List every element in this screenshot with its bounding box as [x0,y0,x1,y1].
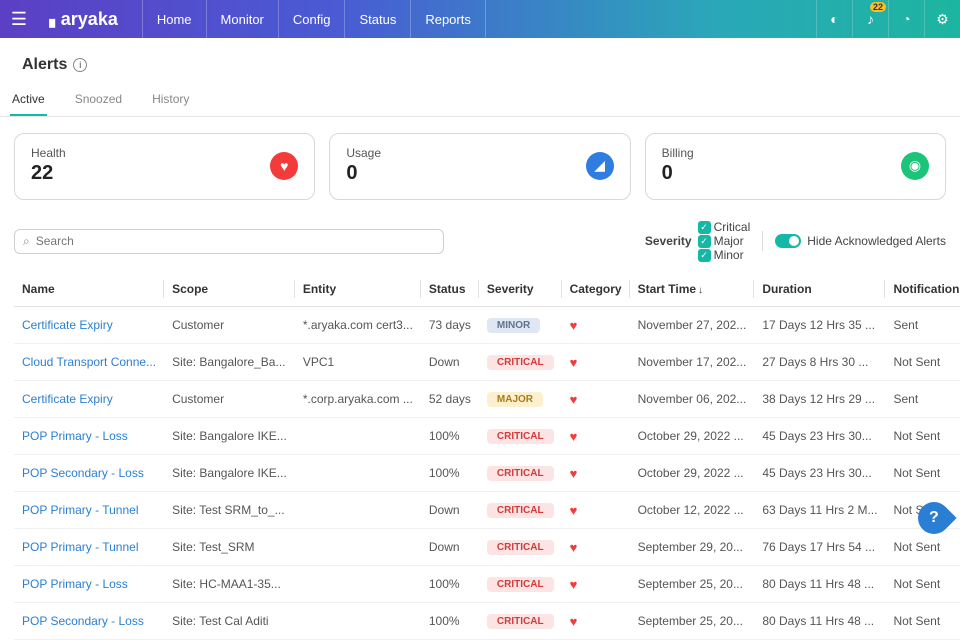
table-row: POP Secondary - LossSite: Bangalore IKE.… [14,455,960,492]
bell-icon[interactable]: ♪22 [852,0,888,38]
usage-card[interactable]: Usage0 ◢ [329,133,630,200]
top-nav: HomeMonitorConfigStatusReports [142,0,486,38]
bell-badge: 22 [870,2,886,12]
heart-icon: ♥ [270,152,298,180]
clock-icon[interactable]: ◔ [888,0,924,38]
alert-name[interactable]: POP Secondary - Loss [14,455,164,492]
heart-icon: ♥ [570,429,578,444]
alert-name[interactable]: POP Secondary - Loss [14,603,164,640]
table-row: Certificate ExpiryCustomer*.aryaka.com c… [14,307,960,344]
hamburger-icon[interactable]: ☰ [0,0,38,38]
info-icon[interactable]: i [73,58,87,72]
filter-minor[interactable]: ✓Minor [698,248,751,262]
table-row: POP Primary - TunnelSite: Test_SRMDownCR… [14,529,960,566]
heart-icon: ♥ [570,503,578,518]
hide-ack-toggle[interactable] [775,234,801,248]
tab-snoozed[interactable]: Snoozed [73,84,124,116]
nav-home[interactable]: Home [142,0,207,38]
globe-icon[interactable]: ◐ [816,0,852,38]
tab-history[interactable]: History [150,84,191,116]
heart-icon: ♥ [570,614,578,629]
heart-icon: ♥ [570,355,578,370]
table-row: Certificate ExpiryCustomer*.corp.aryaka.… [14,381,960,418]
nav-reports[interactable]: Reports [411,0,486,38]
filter-critical[interactable]: ✓Critical [698,220,751,234]
severity-label: Severity [645,234,692,248]
alert-name[interactable]: POP Primary - Loss [14,418,164,455]
tabs: Active Snoozed History [0,84,960,117]
hide-ack-label: Hide Acknowledged Alerts [807,234,946,248]
tab-active[interactable]: Active [10,84,47,116]
heart-icon: ♥ [570,318,578,333]
heart-icon: ♥ [570,466,578,481]
filter-major[interactable]: ✓Major [698,234,751,248]
summary-cards: Health22 ♥ Usage0 ◢ Billing0 ◉ [0,117,960,212]
table-header: Name Scope Entity Status Severity Catego… [14,272,960,307]
table-row: Cloud Transport Conne...Site: Bangalore_… [14,344,960,381]
topbar-right: ◐ ♪22 ◔ ⚙ [816,0,960,38]
alert-name[interactable]: Certificate Expiry [14,381,164,418]
alert-name[interactable]: POP Primary - Tunnel [14,529,164,566]
table-row: POP Primary - LossSite: Bangalore IKE...… [14,418,960,455]
alert-name[interactable]: POP Primary - Loss [14,566,164,603]
heart-icon: ♥ [570,577,578,592]
chart-icon: ◢ [586,152,614,180]
alert-name[interactable]: Cloud Transport Conne... [14,344,164,381]
nav-config[interactable]: Config [279,0,346,38]
logo[interactable]: aryaka [38,9,142,30]
share-icon[interactable]: ⚙ [924,0,960,38]
search-field[interactable] [36,234,435,248]
alerts-table: Name Scope Entity Status Severity Catego… [14,272,960,640]
heart-icon: ♥ [570,540,578,555]
search-icon: ⌕ [23,234,30,249]
alert-name[interactable]: Certificate Expiry [14,307,164,344]
table-row: POP Primary - LossSite: HC-MAA1-35...100… [14,566,960,603]
money-icon: ◉ [901,152,929,180]
nav-monitor[interactable]: Monitor [207,0,279,38]
alert-name[interactable]: POP Primary - Tunnel [14,492,164,529]
sort-desc-icon: ↓ [698,285,703,296]
filter-row: ⌕ Severity ✓Critical ✓Major ✓Minor Hide … [0,212,960,272]
nav-status[interactable]: Status [345,0,411,38]
page-title: Alerts i [0,38,960,84]
billing-card[interactable]: Billing0 ◉ [645,133,946,200]
topbar: ☰ aryaka HomeMonitorConfigStatusReports … [0,0,960,38]
health-card[interactable]: Health22 ♥ [14,133,315,200]
search-input[interactable]: ⌕ [14,229,444,254]
table-row: POP Secondary - LossSite: Test Cal Aditi… [14,603,960,640]
heart-icon: ♥ [570,392,578,407]
table-row: POP Primary - TunnelSite: Test SRM_to_..… [14,492,960,529]
